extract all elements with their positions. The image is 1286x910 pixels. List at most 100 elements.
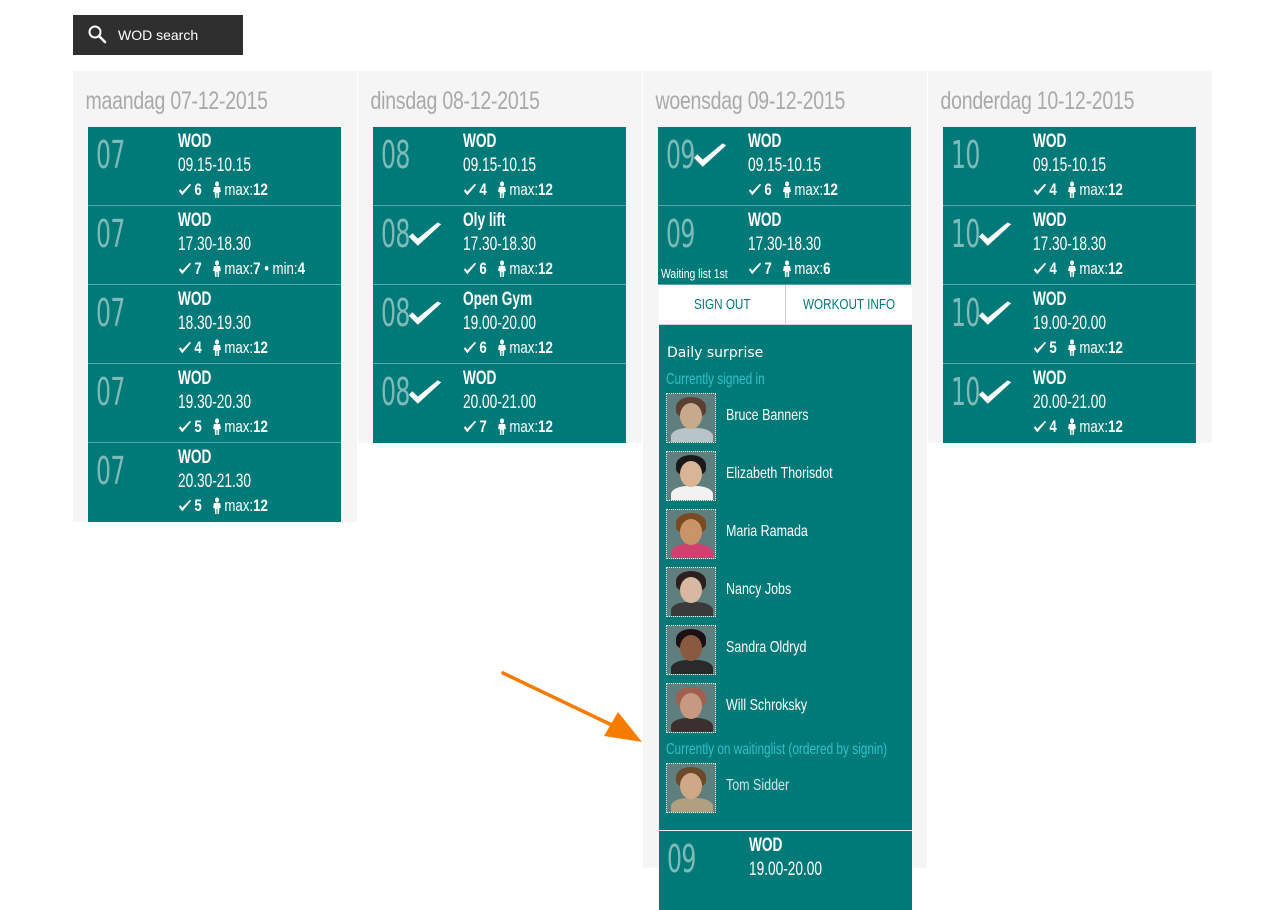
signed-up-check-icon [408,222,442,246]
participant[interactable]: Maria Ramada [666,509,906,561]
timeslot-card[interactable]: 07 WOD 17.30-18.30 7 max: 7 • min: 4 [88,206,341,285]
participants-check-icon [463,262,477,275]
signed-up-check-icon [693,143,727,167]
slot-time: 19.30-20.30 [178,392,252,413]
person-icon [783,260,792,277]
max-value: 12 [1108,417,1123,436]
participant-count: 4 [194,338,202,357]
slot-time: 09.15-10.15 [463,155,537,176]
slot-workout-name: WOD [178,368,212,389]
slot-hour: 08 [381,133,410,177]
participant[interactable]: Will Schroksky [666,683,906,735]
avatar-face [680,519,702,545]
signed-up-check-icon [978,222,1012,246]
participant[interactable]: Tom Sidder [666,763,906,815]
max-value: 12 [253,417,268,436]
participant[interactable]: Bruce Banners [666,393,906,445]
slot-time: 17.30-18.30 [463,234,537,255]
timeslot-card[interactable]: 10 WOD 19.00-20.00 5 max: 12 [943,285,1196,364]
avatar-shirt [671,428,713,442]
max-value: 12 [823,180,838,199]
participants-check-icon [178,183,192,196]
participant-count: 5 [194,417,202,436]
slot-hour: 07 [96,291,125,335]
sign-out-button[interactable]: SIGN OUT [659,285,786,325]
slot-workout-name: WOD [1033,210,1067,231]
max-label: max: [224,338,254,357]
wod-search-button[interactable]: WOD search [73,15,243,55]
slot-workout-name: Oly lift [463,210,506,231]
max-value: 12 [1108,338,1123,357]
slot-hour: 07 [96,212,125,256]
participant[interactable]: Elizabeth Thorisdot [666,451,906,503]
timeslot-card[interactable]: 10 WOD 20.00-21.00 4 max: 12 [943,364,1196,443]
workout-info-button[interactable]: WORKOUT INFO [786,285,912,325]
timeslot-card[interactable]: 09 WOD 19.00-20.00 [659,831,912,910]
participant-name: Bruce Banners [726,407,809,424]
avatar [666,509,716,559]
slot-hour: 07 [96,449,125,493]
max-label: max: [794,180,824,199]
slot-stats: 4 max: 12 [463,180,553,200]
participants-check-icon [178,499,192,512]
avatar [666,567,716,617]
avatar-shirt [671,798,713,812]
slot-hour: 10 [951,291,980,335]
timeslot-card[interactable]: 08 WOD 20.00-21.00 7 max: 12 [373,364,626,443]
max-label: max: [1079,259,1109,278]
participant-count: 6 [194,180,202,199]
slot-stats: 5 max: 12 [178,496,268,516]
day-title: maandag 07-12-2015 [85,87,268,115]
timeslot-card[interactable]: 10 WOD 09.15-10.15 4 max: 12 [943,127,1196,206]
participant[interactable]: Sandra Oldryd [666,625,906,677]
max-value: 6 [823,259,831,278]
participant-name: Elizabeth Thorisdot [726,465,833,482]
timeslot-card[interactable]: 08 WOD 09.15-10.15 4 max: 12 [373,127,626,206]
person-icon [1068,181,1077,198]
slot-time: 17.30-18.30 [178,234,252,255]
slot-time: 09.15-10.15 [1033,155,1107,176]
slot-stats: 6 max: 12 [178,180,268,200]
signed-up-check-icon [408,380,442,404]
timeslot-card[interactable]: 07 WOD 20.30-21.30 5 max: 12 [88,443,341,522]
participants-check-icon [178,341,192,354]
timeslot-card[interactable]: 07 WOD 09.15-10.15 6 max: 12 [88,127,341,206]
max-value: 12 [538,180,553,199]
participant[interactable]: Nancy Jobs [666,567,906,619]
timeslot-card[interactable]: 08 Oly lift 17.30-18.30 6 max: 12 [373,206,626,285]
participant-count: 6 [479,338,487,357]
slot-workout-name: WOD [178,131,212,152]
timeslot-card[interactable]: 07 WOD 18.30-19.30 4 max: 12 [88,285,341,364]
timeslot-card[interactable]: 09 WOD 09.15-10.15 6 max: 12 [658,127,911,206]
slot-actions: SIGN OUT WORKOUT INFO [659,285,912,325]
slot-time: 17.30-18.30 [1033,234,1107,255]
slot-stats: 4 max: 12 [178,338,268,358]
signed-up-check-icon [978,380,1012,404]
person-icon [213,339,222,356]
participant-count: 5 [194,496,202,515]
search-icon [88,25,107,44]
slot-time: 19.00-20.00 [1033,313,1107,334]
sign-out-label: SIGN OUT [693,296,751,313]
participants-check-icon [748,183,762,196]
timeslot-card[interactable]: 10 WOD 17.30-18.30 4 max: 12 [943,206,1196,285]
max-value: 12 [538,417,553,436]
participant-count: 7 [479,417,487,436]
slot-stats: 5 max: 12 [1033,338,1123,358]
max-value: 12 [253,338,268,357]
timeslot-card[interactable]: 08 Open Gym 19.00-20.00 6 max: 12 [373,285,626,364]
slot-time: 17.30-18.30 [748,234,822,255]
person-icon [783,181,792,198]
max-value: 12 [1108,180,1123,199]
participants-check-icon [748,262,762,275]
avatar-face [680,773,702,799]
slot-hour: 10 [951,370,980,414]
timeslot-card[interactable]: 07 WOD 19.30-20.30 5 max: 12 [88,364,341,443]
avatar [666,451,716,501]
person-icon [1068,418,1077,435]
max-value: 12 [253,180,268,199]
timeslot-card[interactable]: 09 WOD 17.30-18.30 7 max: 6 Waiting list 1st [658,206,911,285]
participants-check-icon [463,341,477,354]
avatar [666,625,716,675]
participant-count: 7 [194,259,202,278]
